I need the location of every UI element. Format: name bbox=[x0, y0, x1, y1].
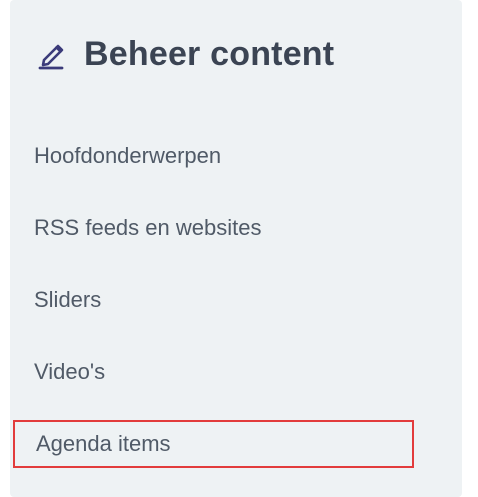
sidebar-item-rss-feeds-en-websites[interactable]: RSS feeds en websites bbox=[10, 208, 462, 248]
sidebar-header: Beheer content bbox=[34, 36, 334, 72]
sidebar-item-agenda-items[interactable]: Agenda items bbox=[13, 420, 414, 468]
sidebar-item-sliders[interactable]: Sliders bbox=[10, 280, 462, 320]
pencil-icon bbox=[34, 36, 70, 72]
sidebar-item-hoofdonderwerpen[interactable]: Hoofdonderwerpen bbox=[10, 136, 462, 176]
sidebar-panel: Beheer content Hoofdonderwerpen RSS feed… bbox=[10, 0, 462, 497]
sidebar-item-videos[interactable]: Video's bbox=[10, 352, 462, 392]
sidebar-title: Beheer content bbox=[84, 35, 335, 73]
